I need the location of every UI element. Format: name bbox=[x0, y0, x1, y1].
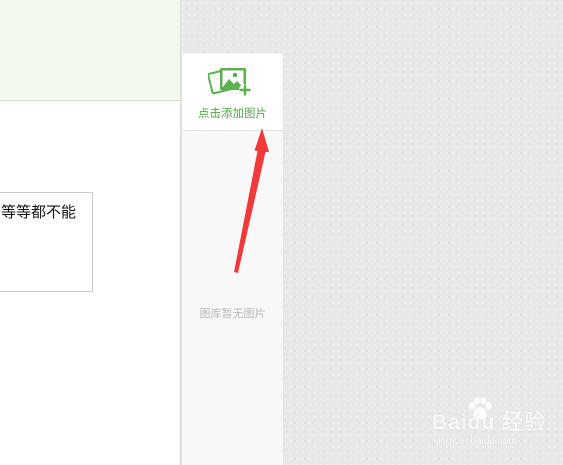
watermark-brand: Baidu 经验 bbox=[432, 411, 547, 434]
text-box[interactable]: 等等都不能 bbox=[0, 192, 93, 292]
image-add-icon bbox=[208, 67, 251, 96]
text-box-content: 等等都不能 bbox=[1, 203, 77, 221]
watermark: Baidu 经验 jingyan.baidu.com bbox=[430, 396, 558, 460]
empty-library-text: 图库暂无图片 bbox=[199, 307, 266, 320]
add-image-button[interactable]: 点击添加图片 bbox=[182, 53, 283, 131]
editor-header bbox=[0, 0, 180, 101]
image-library-panel: 点击添加图片 图库暂无图片 bbox=[181, 52, 284, 465]
editor-area: 等等都不能 bbox=[0, 0, 181, 465]
watermark-url: jingyan.baidu.com bbox=[436, 436, 517, 447]
add-image-label: 点击添加图片 bbox=[198, 106, 267, 120]
